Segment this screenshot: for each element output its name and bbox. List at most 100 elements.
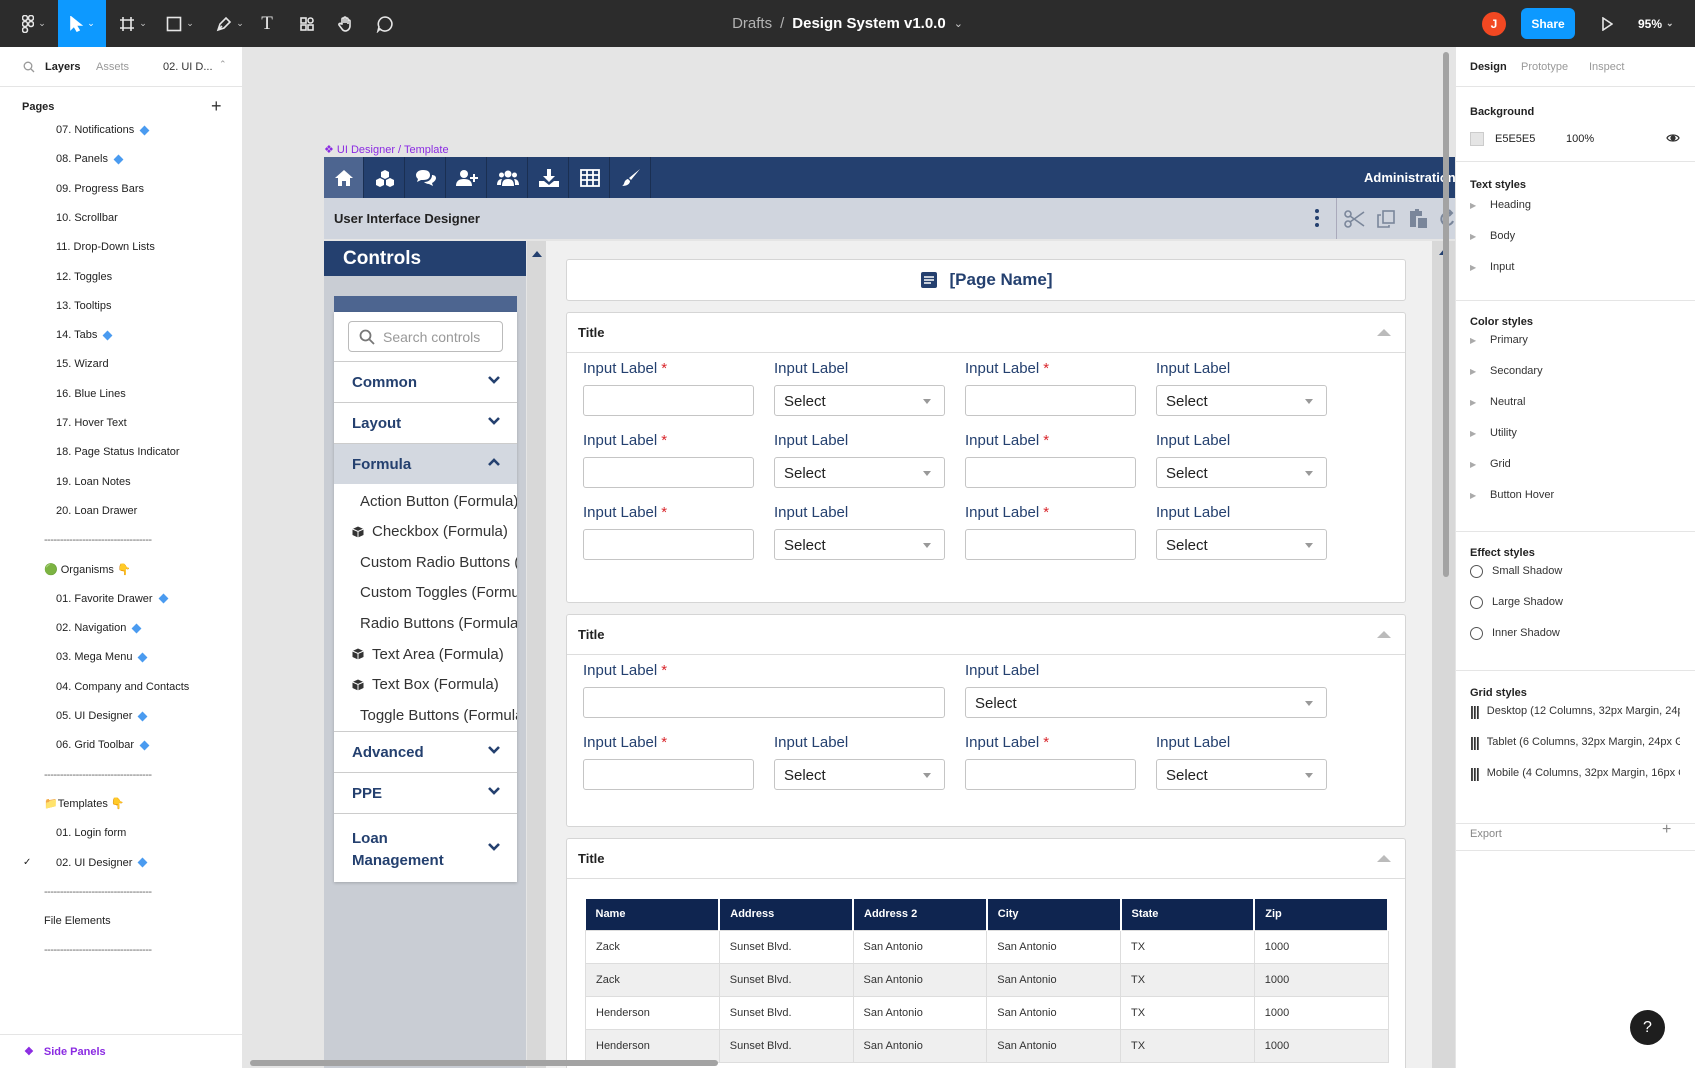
scroll-up-icon[interactable] <box>532 251 542 257</box>
control-item[interactable]: Action Button (Formula) <box>352 485 517 517</box>
share-button[interactable]: Share <box>1521 8 1575 39</box>
page-item[interactable]: 03. Mega Menu <box>0 647 243 667</box>
caret-right-icon[interactable]: ▶ <box>1470 460 1490 469</box>
nav-home-button[interactable] <box>324 157 364 198</box>
column-header[interactable]: Name <box>585 899 721 930</box>
page-group[interactable]: 🟢 Organisms 👇 <box>0 560 243 580</box>
comment-tool-button[interactable] <box>373 0 397 47</box>
caret-right-icon[interactable]: ▶ <box>1470 232 1490 241</box>
controls-scrollbar[interactable] <box>527 241 546 1068</box>
add-export-icon[interactable]: + <box>1662 821 1671 839</box>
chevron-down-icon[interactable]: ⌄ <box>954 17 963 30</box>
tab-assets[interactable]: Assets <box>96 61 129 73</box>
background-swatch[interactable] <box>1470 132 1484 146</box>
paste-icon[interactable] <box>1408 208 1428 229</box>
background-hex[interactable]: E5E5E5 <box>1495 133 1535 145</box>
style-item[interactable]: ▶ Neutral <box>1470 392 1680 412</box>
nav-users-button[interactable] <box>488 157 528 198</box>
page-item[interactable]: 12. Toggles <box>0 267 243 287</box>
page-item[interactable]: 06. Grid Toolbar <box>0 735 243 755</box>
style-item[interactable]: Large Shadow <box>1470 592 1680 612</box>
tab-inspect[interactable]: Inspect <box>1589 61 1624 73</box>
style-item[interactable]: ▶ Button Hover <box>1470 485 1680 505</box>
nav-components-button[interactable] <box>365 157 405 198</box>
add-page-icon[interactable]: + <box>211 96 222 117</box>
style-item[interactable]: ▶ Utility <box>1470 423 1680 443</box>
caret-right-icon[interactable]: ▶ <box>1470 336 1490 345</box>
column-header[interactable]: Address <box>719 899 854 930</box>
accordion-ppe[interactable]: PPE <box>334 772 517 813</box>
shape-tool-button[interactable]: ⌄ <box>160 0 200 47</box>
caret-right-icon[interactable]: ▶ <box>1470 429 1490 438</box>
page-item[interactable]: 10. Scrollbar <box>0 208 243 228</box>
table-row[interactable]: Zack Sunset Blvd. San Antonio San Antonio TX… <box>585 929 1389 964</box>
page-item[interactable]: 05. UI Designer <box>0 706 243 726</box>
style-item[interactable]: ▶ Heading <box>1470 195 1680 215</box>
page-item[interactable]: 15. Wizard <box>0 354 243 374</box>
select-dropdown[interactable]: Select <box>774 529 945 560</box>
text-tool-button[interactable]: T <box>256 0 278 47</box>
eye-icon[interactable] <box>1666 133 1680 143</box>
move-tool-button[interactable]: ⌄ <box>58 0 106 47</box>
present-button[interactable] <box>1596 0 1618 47</box>
page-item[interactable]: 20. Loan Drawer <box>0 501 243 521</box>
style-item[interactable]: ▶ Body <box>1470 226 1680 246</box>
select-dropdown[interactable]: Select <box>1156 529 1327 560</box>
accordion-layout[interactable]: Layout <box>334 402 517 443</box>
style-item[interactable]: ||| Tablet (6 Columns, 32px Margin, 24px … <box>1470 732 1680 752</box>
control-item[interactable]: Custom Radio Buttons (Formula) <box>352 546 517 578</box>
text-input[interactable] <box>583 759 754 790</box>
page-item[interactable]: 08. Panels <box>0 149 243 169</box>
caret-right-icon[interactable]: ▶ <box>1470 398 1490 407</box>
page-item[interactable]: 01. Favorite Drawer <box>0 589 243 609</box>
help-button[interactable]: ? <box>1630 1010 1665 1045</box>
section-header[interactable]: Title <box>567 839 1405 879</box>
style-item[interactable]: ▶ Primary <box>1470 330 1680 350</box>
style-item[interactable]: ||| Mobile (4 Columns, 32px Margin, 16px … <box>1470 763 1680 783</box>
caret-right-icon[interactable]: ▶ <box>1470 201 1490 210</box>
canvas-horizontal-scrollbar[interactable] <box>250 1060 718 1066</box>
style-item[interactable]: Small Shadow <box>1470 561 1680 581</box>
select-dropdown[interactable]: Select <box>774 385 945 416</box>
collapse-icon[interactable] <box>1377 855 1391 862</box>
table-row[interactable]: Henderson Sunset Blvd. San Antonio San Anto… <box>585 995 1389 1030</box>
select-dropdown[interactable]: Select <box>1156 457 1327 488</box>
page-group[interactable]: 📁Templates 👇 <box>0 794 243 814</box>
file-title[interactable]: Design System v1.0.0 <box>792 15 945 32</box>
page-item[interactable]: 09. Progress Bars <box>0 179 243 199</box>
accordion-common[interactable]: Common <box>334 361 517 402</box>
frame-tool-button[interactable]: ⌄ <box>113 0 153 47</box>
column-header[interactable]: City <box>986 899 1122 930</box>
text-input[interactable] <box>965 759 1136 790</box>
select-dropdown[interactable]: Select <box>965 687 1327 718</box>
canvas-vertical-scrollbar[interactable] <box>1443 52 1449 577</box>
copy-icon[interactable] <box>1376 209 1396 229</box>
resources-button[interactable] <box>296 0 318 47</box>
select-dropdown[interactable]: Select <box>1156 385 1327 416</box>
text-input[interactable] <box>583 529 754 560</box>
style-item[interactable]: Inner Shadow <box>1470 623 1680 643</box>
tab-design[interactable]: Design <box>1470 61 1507 73</box>
accordion-loan-management[interactable]: Loan Management <box>334 813 517 882</box>
page-item[interactable]: 18. Page Status Indicator <box>0 442 243 462</box>
main-menu-button[interactable]: ⌄ <box>14 0 54 47</box>
search-icon[interactable] <box>23 61 35 73</box>
frame-label[interactable]: ❖ UI Designer / Template <box>324 143 449 156</box>
style-item[interactable]: ▶ Grid <box>1470 454 1680 474</box>
select-dropdown[interactable]: Select <box>774 759 945 790</box>
style-item[interactable]: ▶ Secondary <box>1470 361 1680 381</box>
text-input[interactable] <box>583 687 945 718</box>
nav-add-user-button[interactable] <box>447 157 487 198</box>
text-input[interactable] <box>583 385 754 416</box>
control-item[interactable]: Checkbox (Formula) <box>352 516 517 548</box>
style-item[interactable]: ||| Desktop (12 Columns, 32px Margin, 24p… <box>1470 701 1680 721</box>
text-input[interactable] <box>965 385 1136 416</box>
more-options-icon[interactable] <box>1315 209 1319 227</box>
zoom-dropdown[interactable]: 95% ⌄ <box>1638 0 1674 47</box>
control-item[interactable]: Radio Buttons (Formula) <box>352 607 517 639</box>
select-dropdown[interactable]: Select <box>1156 759 1327 790</box>
current-page-selector[interactable]: 02. UI D... <box>163 61 213 73</box>
cut-icon[interactable] <box>1344 209 1366 229</box>
page-item[interactable]: 01. Login form <box>0 823 243 843</box>
column-header[interactable]: Zip <box>1254 899 1389 930</box>
